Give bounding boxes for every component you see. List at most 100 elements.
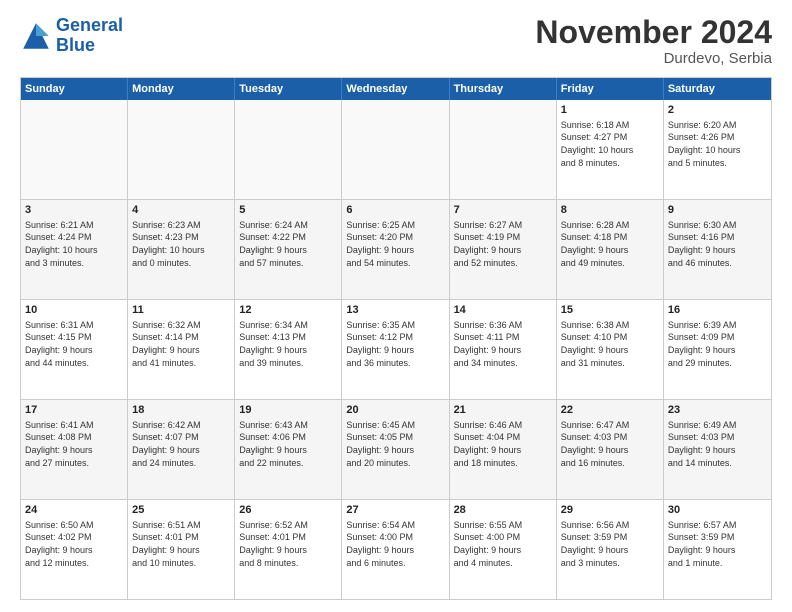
day-cell-7: 7Sunrise: 6:27 AM Sunset: 4:19 PM Daylig…	[450, 200, 557, 299]
day-number-19: 19	[239, 403, 337, 418]
calendar: SundayMondayTuesdayWednesdayThursdayFrid…	[20, 77, 772, 600]
day-info-5: Sunrise: 6:24 AM Sunset: 4:22 PM Dayligh…	[239, 219, 337, 269]
day-info-7: Sunrise: 6:27 AM Sunset: 4:19 PM Dayligh…	[454, 219, 552, 269]
day-number-18: 18	[132, 403, 230, 418]
day-number-1: 1	[561, 103, 659, 118]
day-number-5: 5	[239, 203, 337, 218]
logo-text: General Blue	[56, 16, 123, 56]
day-info-18: Sunrise: 6:42 AM Sunset: 4:07 PM Dayligh…	[132, 419, 230, 469]
day-number-9: 9	[668, 203, 767, 218]
day-cell-24: 24Sunrise: 6:50 AM Sunset: 4:02 PM Dayli…	[21, 500, 128, 599]
day-cell-20: 20Sunrise: 6:45 AM Sunset: 4:05 PM Dayli…	[342, 400, 449, 499]
day-number-15: 15	[561, 303, 659, 318]
day-cell-13: 13Sunrise: 6:35 AM Sunset: 4:12 PM Dayli…	[342, 300, 449, 399]
day-cell-5: 5Sunrise: 6:24 AM Sunset: 4:22 PM Daylig…	[235, 200, 342, 299]
day-cell-2: 2Sunrise: 6:20 AM Sunset: 4:26 PM Daylig…	[664, 100, 771, 199]
day-info-14: Sunrise: 6:36 AM Sunset: 4:11 PM Dayligh…	[454, 319, 552, 369]
day-cell-10: 10Sunrise: 6:31 AM Sunset: 4:15 PM Dayli…	[21, 300, 128, 399]
day-info-9: Sunrise: 6:30 AM Sunset: 4:16 PM Dayligh…	[668, 219, 767, 269]
weekday-header-sunday: Sunday	[21, 78, 128, 100]
day-info-24: Sunrise: 6:50 AM Sunset: 4:02 PM Dayligh…	[25, 519, 123, 569]
day-cell-1: 1Sunrise: 6:18 AM Sunset: 4:27 PM Daylig…	[557, 100, 664, 199]
day-number-17: 17	[25, 403, 123, 418]
day-info-29: Sunrise: 6:56 AM Sunset: 3:59 PM Dayligh…	[561, 519, 659, 569]
day-info-6: Sunrise: 6:25 AM Sunset: 4:20 PM Dayligh…	[346, 219, 444, 269]
day-cell-30: 30Sunrise: 6:57 AM Sunset: 3:59 PM Dayli…	[664, 500, 771, 599]
calendar-row-0: 1Sunrise: 6:18 AM Sunset: 4:27 PM Daylig…	[21, 100, 771, 199]
weekday-header-friday: Friday	[557, 78, 664, 100]
day-cell-22: 22Sunrise: 6:47 AM Sunset: 4:03 PM Dayli…	[557, 400, 664, 499]
empty-cell-0-2	[235, 100, 342, 199]
day-cell-28: 28Sunrise: 6:55 AM Sunset: 4:00 PM Dayli…	[450, 500, 557, 599]
day-info-1: Sunrise: 6:18 AM Sunset: 4:27 PM Dayligh…	[561, 119, 659, 169]
empty-cell-0-1	[128, 100, 235, 199]
day-info-16: Sunrise: 6:39 AM Sunset: 4:09 PM Dayligh…	[668, 319, 767, 369]
day-info-13: Sunrise: 6:35 AM Sunset: 4:12 PM Dayligh…	[346, 319, 444, 369]
day-number-27: 27	[346, 503, 444, 518]
day-cell-25: 25Sunrise: 6:51 AM Sunset: 4:01 PM Dayli…	[128, 500, 235, 599]
day-cell-4: 4Sunrise: 6:23 AM Sunset: 4:23 PM Daylig…	[128, 200, 235, 299]
day-info-8: Sunrise: 6:28 AM Sunset: 4:18 PM Dayligh…	[561, 219, 659, 269]
day-number-21: 21	[454, 403, 552, 418]
day-info-17: Sunrise: 6:41 AM Sunset: 4:08 PM Dayligh…	[25, 419, 123, 469]
day-number-25: 25	[132, 503, 230, 518]
day-info-26: Sunrise: 6:52 AM Sunset: 4:01 PM Dayligh…	[239, 519, 337, 569]
weekday-header-tuesday: Tuesday	[235, 78, 342, 100]
calendar-row-3: 17Sunrise: 6:41 AM Sunset: 4:08 PM Dayli…	[21, 399, 771, 499]
day-number-22: 22	[561, 403, 659, 418]
day-info-28: Sunrise: 6:55 AM Sunset: 4:00 PM Dayligh…	[454, 519, 552, 569]
day-info-12: Sunrise: 6:34 AM Sunset: 4:13 PM Dayligh…	[239, 319, 337, 369]
day-cell-8: 8Sunrise: 6:28 AM Sunset: 4:18 PM Daylig…	[557, 200, 664, 299]
day-info-21: Sunrise: 6:46 AM Sunset: 4:04 PM Dayligh…	[454, 419, 552, 469]
day-info-27: Sunrise: 6:54 AM Sunset: 4:00 PM Dayligh…	[346, 519, 444, 569]
logo-icon	[20, 20, 52, 52]
day-info-23: Sunrise: 6:49 AM Sunset: 4:03 PM Dayligh…	[668, 419, 767, 469]
day-number-20: 20	[346, 403, 444, 418]
day-cell-16: 16Sunrise: 6:39 AM Sunset: 4:09 PM Dayli…	[664, 300, 771, 399]
day-info-3: Sunrise: 6:21 AM Sunset: 4:24 PM Dayligh…	[25, 219, 123, 269]
day-cell-6: 6Sunrise: 6:25 AM Sunset: 4:20 PM Daylig…	[342, 200, 449, 299]
day-info-19: Sunrise: 6:43 AM Sunset: 4:06 PM Dayligh…	[239, 419, 337, 469]
day-info-10: Sunrise: 6:31 AM Sunset: 4:15 PM Dayligh…	[25, 319, 123, 369]
day-cell-9: 9Sunrise: 6:30 AM Sunset: 4:16 PM Daylig…	[664, 200, 771, 299]
day-info-4: Sunrise: 6:23 AM Sunset: 4:23 PM Dayligh…	[132, 219, 230, 269]
day-cell-23: 23Sunrise: 6:49 AM Sunset: 4:03 PM Dayli…	[664, 400, 771, 499]
day-info-25: Sunrise: 6:51 AM Sunset: 4:01 PM Dayligh…	[132, 519, 230, 569]
day-number-28: 28	[454, 503, 552, 518]
day-number-26: 26	[239, 503, 337, 518]
day-cell-21: 21Sunrise: 6:46 AM Sunset: 4:04 PM Dayli…	[450, 400, 557, 499]
day-info-11: Sunrise: 6:32 AM Sunset: 4:14 PM Dayligh…	[132, 319, 230, 369]
logo: General Blue	[20, 16, 123, 56]
weekday-header-monday: Monday	[128, 78, 235, 100]
day-number-11: 11	[132, 303, 230, 318]
calendar-row-4: 24Sunrise: 6:50 AM Sunset: 4:02 PM Dayli…	[21, 499, 771, 599]
day-cell-14: 14Sunrise: 6:36 AM Sunset: 4:11 PM Dayli…	[450, 300, 557, 399]
day-cell-17: 17Sunrise: 6:41 AM Sunset: 4:08 PM Dayli…	[21, 400, 128, 499]
title-block: November 2024 Durdevo, Serbia	[535, 16, 772, 67]
month-title: November 2024	[535, 16, 772, 48]
day-number-2: 2	[668, 103, 767, 118]
location: Durdevo, Serbia	[535, 50, 772, 67]
day-cell-3: 3Sunrise: 6:21 AM Sunset: 4:24 PM Daylig…	[21, 200, 128, 299]
day-info-2: Sunrise: 6:20 AM Sunset: 4:26 PM Dayligh…	[668, 119, 767, 169]
header: General Blue November 2024 Durdevo, Serb…	[20, 16, 772, 67]
empty-cell-0-4	[450, 100, 557, 199]
day-info-22: Sunrise: 6:47 AM Sunset: 4:03 PM Dayligh…	[561, 419, 659, 469]
day-cell-29: 29Sunrise: 6:56 AM Sunset: 3:59 PM Dayli…	[557, 500, 664, 599]
day-number-16: 16	[668, 303, 767, 318]
empty-cell-0-0	[21, 100, 128, 199]
day-number-8: 8	[561, 203, 659, 218]
day-number-12: 12	[239, 303, 337, 318]
day-number-29: 29	[561, 503, 659, 518]
day-cell-18: 18Sunrise: 6:42 AM Sunset: 4:07 PM Dayli…	[128, 400, 235, 499]
calendar-body: 1Sunrise: 6:18 AM Sunset: 4:27 PM Daylig…	[21, 100, 771, 599]
calendar-row-2: 10Sunrise: 6:31 AM Sunset: 4:15 PM Dayli…	[21, 299, 771, 399]
day-cell-19: 19Sunrise: 6:43 AM Sunset: 4:06 PM Dayli…	[235, 400, 342, 499]
day-cell-15: 15Sunrise: 6:38 AM Sunset: 4:10 PM Dayli…	[557, 300, 664, 399]
day-number-24: 24	[25, 503, 123, 518]
day-info-15: Sunrise: 6:38 AM Sunset: 4:10 PM Dayligh…	[561, 319, 659, 369]
weekday-header-wednesday: Wednesday	[342, 78, 449, 100]
logo-line2: Blue	[56, 35, 95, 55]
day-number-7: 7	[454, 203, 552, 218]
day-number-10: 10	[25, 303, 123, 318]
